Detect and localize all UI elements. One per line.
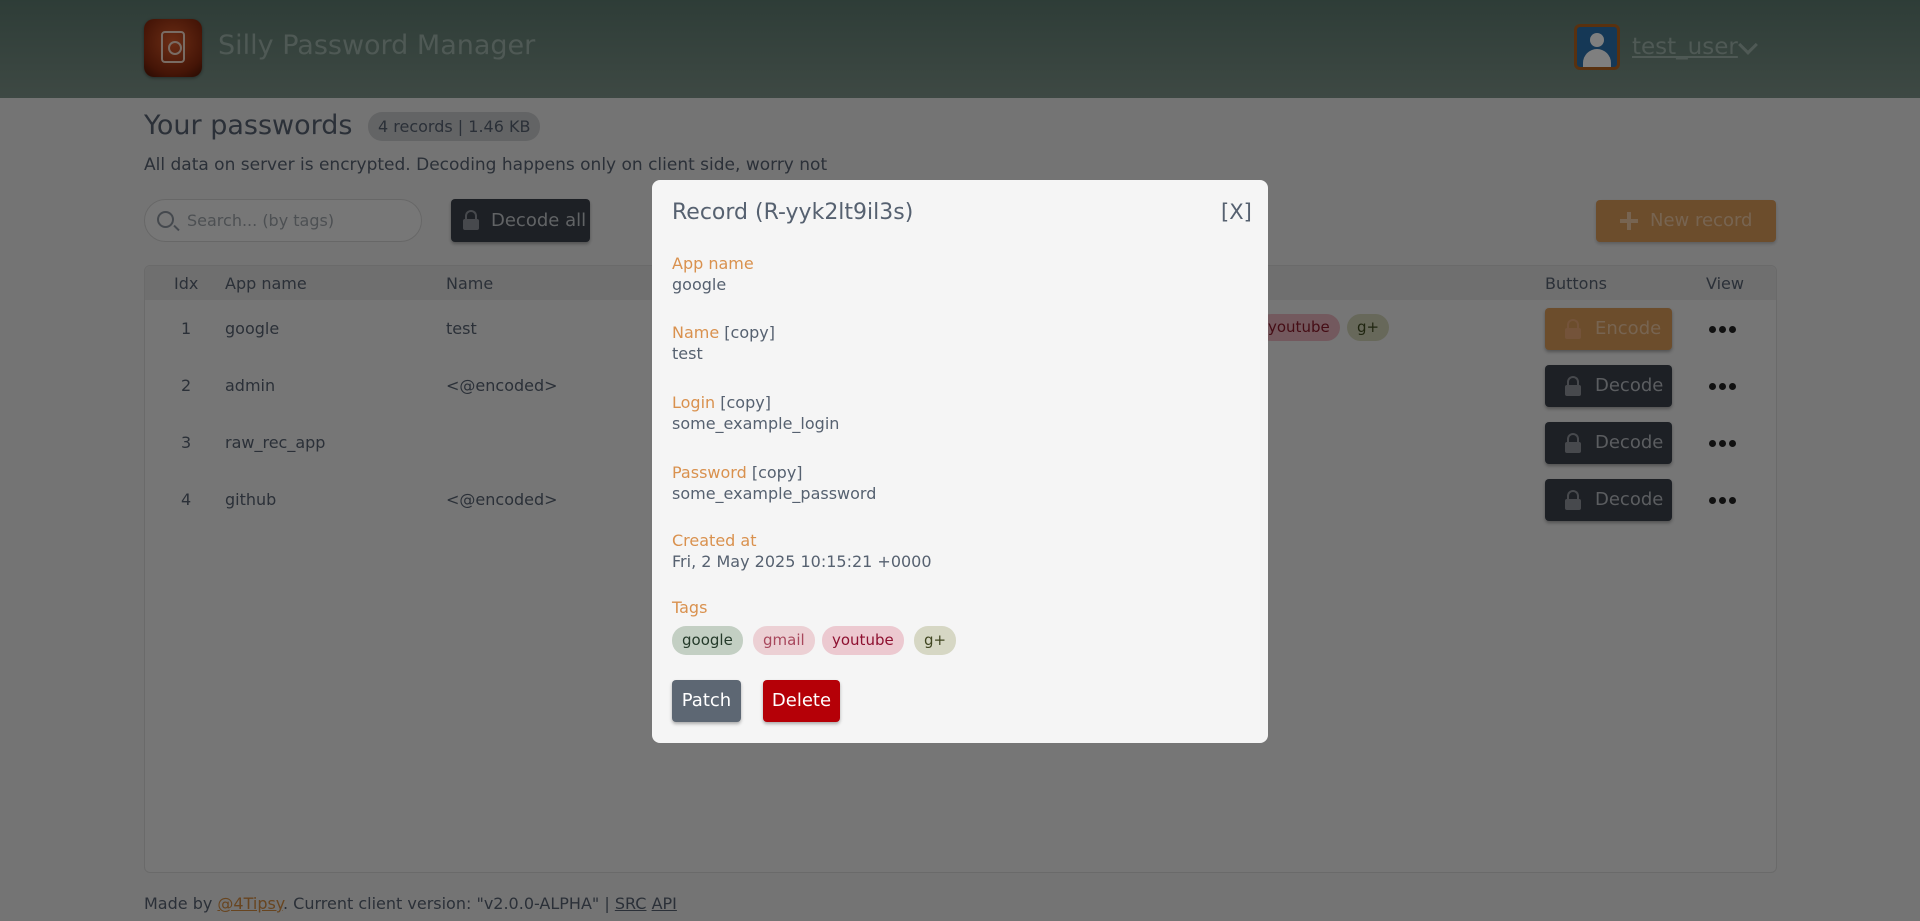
login-value: some_example_login (672, 414, 840, 433)
name-value: test (672, 344, 703, 363)
name-label-row: Name [copy] (672, 323, 775, 342)
delete-button[interactable]: Delete (763, 680, 840, 722)
copy-name-button[interactable]: [copy] (724, 323, 775, 342)
created-at-value: Fri, 2 May 2025 10:15:21 +0000 (672, 552, 932, 571)
password-label: Password (672, 463, 747, 482)
copy-password-button[interactable]: [copy] (752, 463, 803, 482)
login-label: Login (672, 393, 716, 412)
modal-title: Record (R-yyk2lt9il3s) (672, 200, 914, 225)
close-button[interactable]: [X] (1221, 200, 1252, 224)
app-name-label: App name (672, 254, 754, 273)
tags-label: Tags (672, 598, 708, 617)
patch-button[interactable]: Patch (672, 680, 741, 722)
login-label-row: Login [copy] (672, 393, 771, 412)
tag-chip[interactable]: gmail (753, 626, 815, 655)
record-modal: Record (R-yyk2lt9il3s) [X] App name goog… (652, 180, 1268, 743)
app-name-value: google (672, 275, 727, 294)
name-label: Name (672, 323, 720, 342)
tag-chip[interactable]: google (672, 626, 743, 655)
copy-login-button[interactable]: [copy] (720, 393, 771, 412)
created-at-label: Created at (672, 531, 757, 550)
password-value: some_example_password (672, 484, 877, 503)
tag-chip[interactable]: youtube (822, 626, 904, 655)
tag-chip[interactable]: g+ (914, 626, 957, 655)
password-label-row: Password [copy] (672, 463, 803, 482)
